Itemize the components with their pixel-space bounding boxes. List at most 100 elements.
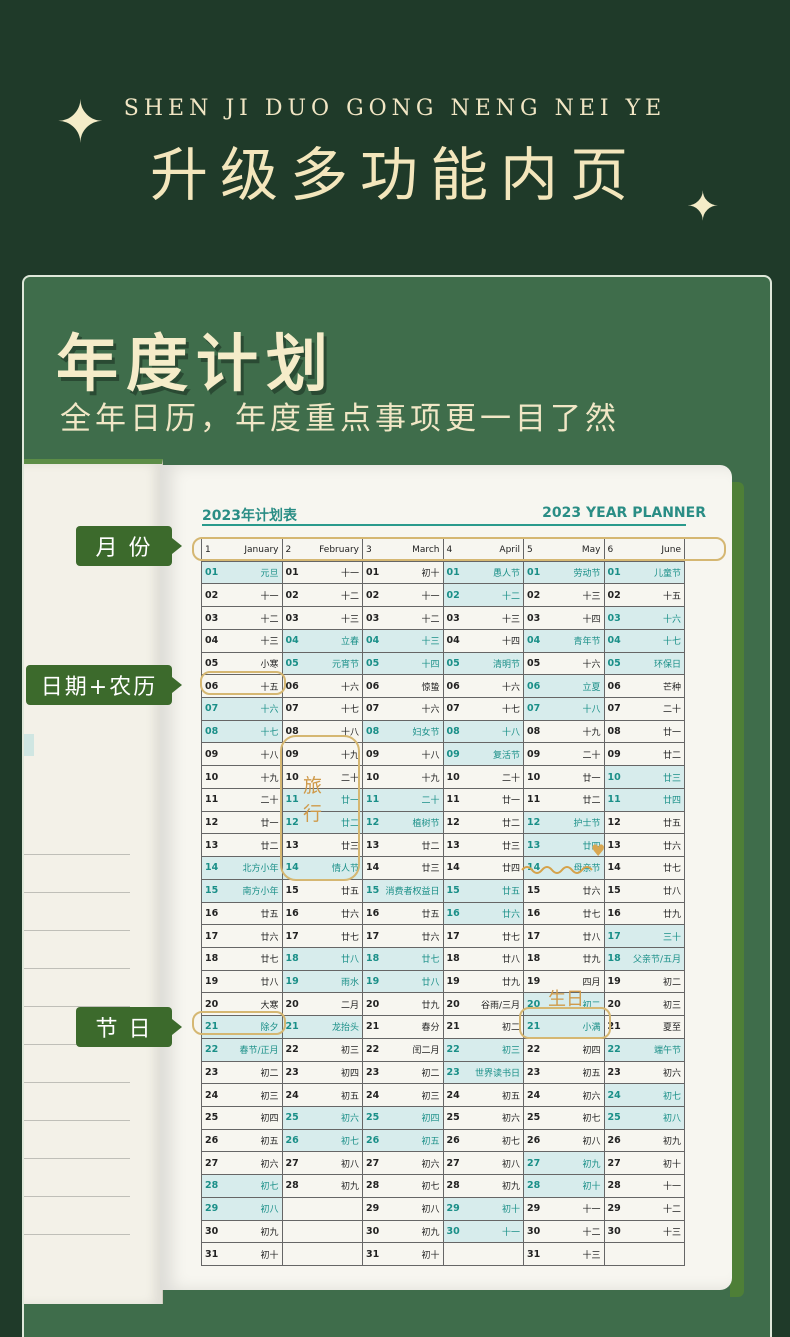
day-cell: 28 初九 [282,1175,363,1198]
day-cell: 27 初八 [282,1152,363,1176]
day-cell: 11 廿一 [443,788,524,812]
day-number: 14 [205,862,219,874]
day-number: 18 [366,953,380,965]
day-number: 22 [205,1044,219,1056]
day-cell: 14 廿三 [363,857,444,880]
day-number: 26 [366,1135,380,1147]
day-number: 18 [607,953,621,965]
day-number: 01 [446,567,460,579]
lunar-or-holiday-label: 初七 [340,1137,359,1148]
day-number: 05 [205,657,219,669]
day-cell: 11 二十 [363,788,444,812]
lunar-or-holiday-label: 世界读书日 [474,1068,520,1079]
lunar-or-holiday-label: 十六 [501,682,520,693]
day-cell: 13 廿二 [363,834,444,858]
day-number: 04 [607,635,621,647]
day-cell [604,1243,685,1266]
day-number: 06 [607,680,621,692]
lunar-or-holiday-label: 十七 [501,705,520,716]
lunar-or-holiday-label: 十八 [501,728,520,739]
lunar-or-holiday-label: 大寒 [260,1000,279,1011]
day-number: 24 [607,1089,621,1101]
heart-icon: ♥ [591,841,606,860]
travel-doodle: 行 [303,803,323,825]
lunar-or-holiday-label: 初七 [662,1091,681,1102]
day-cell: 17 廿七 [443,925,524,948]
day-number: 03 [607,612,621,624]
day-cell: 18 廿七 [363,947,444,971]
day-number: 14 [285,862,299,874]
lunar-or-holiday-label: 护士节 [573,818,601,829]
day-cell: 14 北方小年 [202,857,283,880]
lunar-or-holiday-label: 廿八 [260,978,279,989]
day-cell: 01 劳动节 [524,561,605,585]
day-cell: 18 廿八 [282,947,363,971]
day-number: 02 [446,589,460,601]
day-number: 26 [607,1135,621,1147]
day-number: 13 [607,839,621,851]
callout-holiday: 节 日 [76,1007,172,1047]
day-cell: 20 大寒 [202,993,283,1017]
day-number: 14 [366,862,380,874]
day-number: 02 [285,589,299,601]
lunar-or-holiday-label: 初三 [501,1046,520,1057]
lunar-or-holiday-label: 廿八 [421,978,440,989]
day-cell: 18 廿七 [202,947,283,971]
day-cell: 14 廿七 [604,857,685,880]
day-cell: 12 植树节 [363,811,444,835]
lunar-or-holiday-label: 妇女节 [412,728,440,739]
day-cell: 09 二十 [524,743,605,767]
day-cell: 06 立夏 [524,675,605,699]
day-number: 24 [527,1089,541,1101]
day-number: 14 [607,862,621,874]
lunar-or-holiday-label: 除夕 [260,1023,279,1034]
day-number: 08 [205,726,219,738]
lunar-or-holiday-label: 廿五 [421,909,440,920]
lunar-or-holiday-label: 廿六 [340,909,359,920]
day-cell: 22 春节/正月 [202,1038,283,1062]
day-cell: 13 廿六 [604,834,685,858]
book-spine [730,482,744,1297]
lunar-or-holiday-label: 二十 [260,796,279,807]
day-number: 07 [285,703,299,715]
day-cell: 25 初六 [443,1106,524,1130]
day-cell: 24 初五 [282,1084,363,1107]
day-cell: 25 初七 [524,1106,605,1130]
day-cell: 19 初二 [604,970,685,994]
day-cell: 27 初六 [363,1152,444,1176]
day-number: 07 [446,703,460,715]
day-number: 06 [205,680,219,692]
day-number: 12 [607,816,621,828]
day-number: 19 [205,976,219,988]
day-cell: 05 十六 [524,652,605,676]
day-cell: 24 初三 [363,1084,444,1107]
day-cell: 26 初七 [282,1129,363,1153]
day-number: 13 [446,839,460,851]
day-cell: 25 初四 [202,1106,283,1130]
day-cell: 15 廿六 [524,879,605,903]
day-cell: 10 廿三 [604,766,685,789]
day-cell: 28 初十 [524,1175,605,1198]
lunar-or-holiday-label: 初十 [421,569,440,580]
day-cell: 16 廿六 [282,902,363,926]
lunar-or-holiday-label: 廿一 [340,796,359,807]
day-cell: 31 十三 [524,1243,605,1266]
day-cell: 11 廿四 [604,788,685,812]
day-cell: 08 十七 [202,720,283,744]
day-cell: 08 廿一 [604,720,685,744]
day-number: 08 [607,726,621,738]
lunar-or-holiday-label: 廿八 [340,955,359,966]
day-number: 01 [366,567,380,579]
lunar-or-holiday-label: 初四 [260,1114,279,1125]
day-cell: 21 夏至 [604,1016,685,1039]
lunar-or-holiday-label: 元宵节 [331,659,359,670]
day-number: 05 [527,657,541,669]
day-cell: 06 惊蛰 [363,675,444,699]
day-cell: 22 初四 [524,1038,605,1062]
month-number: 6 [607,544,614,555]
lunar-or-holiday-label: 十二 [340,591,359,602]
day-cell: 13 廿三 [282,834,363,858]
sparkle-icon: ✦ [56,88,105,156]
lunar-or-holiday-label: 初十 [582,1182,601,1193]
day-cell: 03 十二 [202,607,283,630]
